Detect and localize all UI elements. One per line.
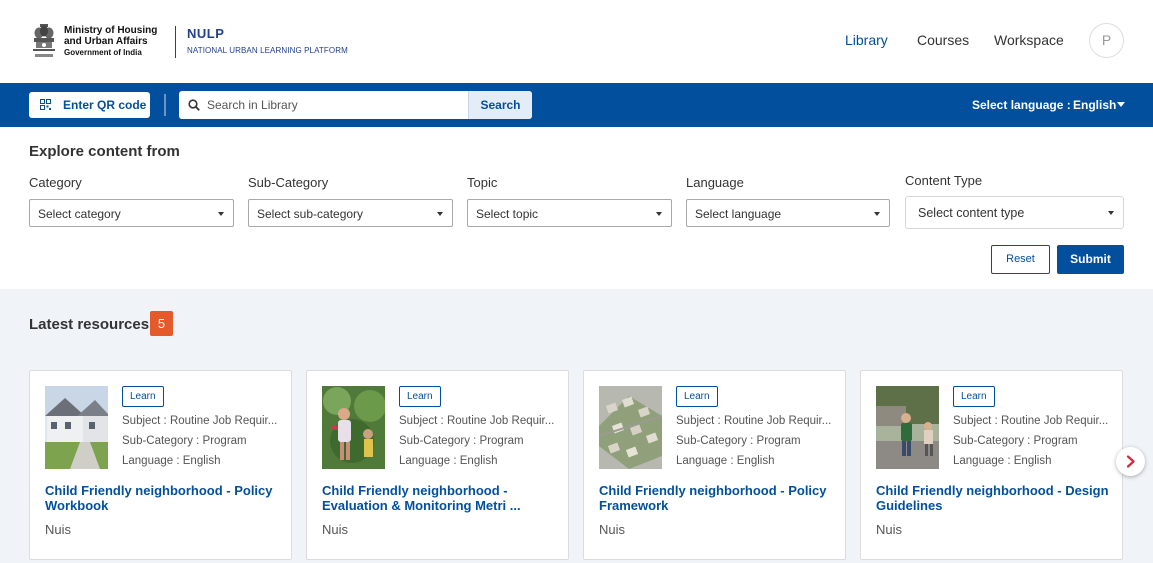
resource-card[interactable]: Learn Subject : Routine Job Requir... Su… xyxy=(29,370,292,560)
ministry-line-1: Ministry of Housing xyxy=(64,25,158,36)
nav-courses[interactable]: Courses xyxy=(917,32,969,48)
language-select[interactable]: Select language xyxy=(686,199,890,227)
card-language: Language : English xyxy=(399,455,498,467)
ministry-line-2: and Urban Affairs xyxy=(64,36,148,47)
learn-badge: Learn xyxy=(953,386,995,407)
card-subcategory: Sub-Category : Program xyxy=(676,435,801,447)
content-type-label: Content Type xyxy=(905,173,983,188)
subcategory-select[interactable]: Select sub-category xyxy=(248,199,453,227)
learn-badge: Learn xyxy=(399,386,441,407)
resource-card[interactable]: Learn Subject : Routine Job Requir... Su… xyxy=(583,370,846,560)
card-title[interactable]: Child Friendly neighborhood - Policy Wor… xyxy=(45,483,283,513)
resource-thumbnail xyxy=(45,386,108,469)
resource-thumbnail xyxy=(599,386,662,469)
language-select-value: Select language xyxy=(695,207,782,221)
card-subcategory: Sub-Category : Program xyxy=(953,435,1078,447)
topic-select-value: Select topic xyxy=(476,207,539,221)
topic-select[interactable]: Select topic xyxy=(467,199,672,227)
chevron-right-icon xyxy=(1126,455,1135,468)
brand-short: NULP xyxy=(187,26,225,41)
toolbar-divider xyxy=(164,94,166,116)
resource-thumbnail xyxy=(876,386,939,469)
category-label: Category xyxy=(29,175,82,190)
card-organisation: Nuis xyxy=(599,522,626,537)
card-organisation: Nuis xyxy=(876,522,903,537)
resource-card[interactable]: Learn Subject : Routine Job Requir... Su… xyxy=(306,370,569,560)
learn-badge: Learn xyxy=(122,386,164,407)
card-subject: Subject : Routine Job Requir... xyxy=(676,415,832,427)
submit-button[interactable]: Submit xyxy=(1057,245,1124,274)
caret-down-icon xyxy=(656,212,662,216)
card-title[interactable]: Child Friendly neighborhood - Policy Fra… xyxy=(599,483,837,513)
qr-code-icon xyxy=(40,99,51,110)
resource-count-badge: 5 xyxy=(150,311,173,336)
carousel-next-button[interactable] xyxy=(1116,447,1145,476)
content-type-select[interactable]: Select content type xyxy=(905,196,1124,229)
caret-down-icon xyxy=(1108,211,1114,215)
nulp-logo[interactable]: NULP NATIONAL URBAN LEARNING PLATFORM xyxy=(187,26,348,55)
language-label: Language xyxy=(686,175,744,190)
card-title[interactable]: Child Friendly neighborhood - Design Gui… xyxy=(876,483,1114,513)
search-input[interactable] xyxy=(207,91,467,119)
national-emblem-icon xyxy=(33,24,55,57)
user-avatar[interactable]: P xyxy=(1089,23,1124,58)
subcategory-label: Sub-Category xyxy=(248,175,329,190)
ministry-line-3: Government of India xyxy=(64,48,142,57)
nav-library[interactable]: Library xyxy=(845,32,888,48)
caret-down-icon xyxy=(437,212,443,216)
search-button[interactable]: Search xyxy=(468,91,532,119)
caret-down-icon[interactable] xyxy=(1117,102,1125,107)
reset-button[interactable]: Reset xyxy=(991,245,1050,274)
content-type-select-value: Select content type xyxy=(918,206,1025,220)
resource-card[interactable]: Learn Subject : Routine Job Requir... Su… xyxy=(860,370,1123,560)
resource-thumbnail xyxy=(322,386,385,469)
card-language: Language : English xyxy=(676,455,775,467)
explore-heading: Explore content from xyxy=(29,143,180,160)
topic-label: Topic xyxy=(467,175,498,190)
card-language: Language : English xyxy=(953,455,1052,467)
card-subject: Subject : Routine Job Requir... xyxy=(399,415,555,427)
library-search: Search xyxy=(179,91,532,119)
search-toolbar: Enter QR code Search Select language : E… xyxy=(0,83,1153,127)
qr-button-label: Enter QR code xyxy=(63,98,147,112)
caret-down-icon xyxy=(874,212,880,216)
subcategory-select-value: Select sub-category xyxy=(257,207,364,221)
nav-workspace[interactable]: Workspace xyxy=(994,32,1064,48)
brand-long: NATIONAL URBAN LEARNING PLATFORM xyxy=(187,46,348,55)
latest-resources-title: Latest resources xyxy=(29,316,150,333)
search-icon xyxy=(188,99,200,111)
card-language: Language : English xyxy=(122,455,221,467)
latest-resources-section: Latest resources 5 Learn Subject : Routi… xyxy=(0,289,1153,563)
category-select[interactable]: Select category xyxy=(29,199,234,227)
ministry-name: Ministry of Housing and Urban Affairs Go… xyxy=(64,25,157,58)
card-subcategory: Sub-Category : Program xyxy=(399,435,524,447)
card-organisation: Nuis xyxy=(45,522,72,537)
category-select-value: Select category xyxy=(38,207,121,221)
caret-down-icon xyxy=(218,212,224,216)
card-title[interactable]: Child Friendly neighborhood - Evaluation… xyxy=(322,483,560,513)
learn-badge: Learn xyxy=(676,386,718,407)
language-selector[interactable]: English xyxy=(1073,98,1116,112)
brand-divider xyxy=(175,26,176,58)
language-selector-label: Select language : xyxy=(972,98,1071,112)
card-subject: Subject : Routine Job Requir... xyxy=(122,415,278,427)
site-header: Ministry of Housing and Urban Affairs Go… xyxy=(0,0,1153,83)
card-organisation: Nuis xyxy=(322,522,349,537)
card-subject: Subject : Routine Job Requir... xyxy=(953,415,1109,427)
card-subcategory: Sub-Category : Program xyxy=(122,435,247,447)
enter-qr-code-button[interactable]: Enter QR code xyxy=(29,92,150,118)
